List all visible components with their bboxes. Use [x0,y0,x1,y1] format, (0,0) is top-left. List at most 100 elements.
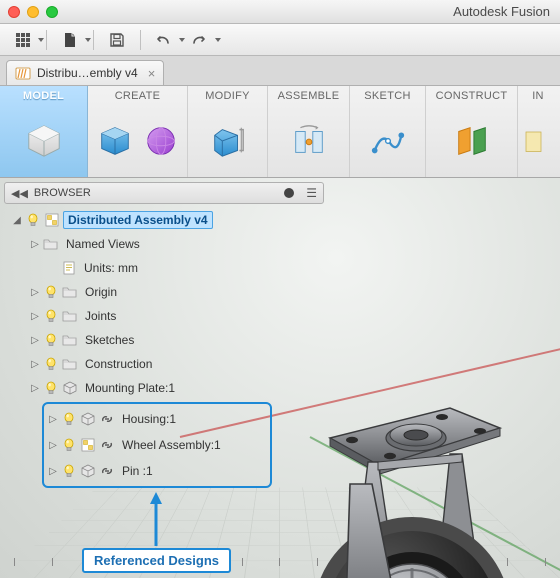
tree-node-wheel-assembly[interactable]: ▷ Wheel Assembly:1 [48,432,268,458]
document-tab-bar: Distribu…embly v4 × [0,56,560,86]
bulb-icon[interactable] [43,332,59,348]
link-icon [99,437,115,453]
sketch-icon[interactable] [367,117,409,165]
node-label: Sketches [81,332,138,348]
browser-header[interactable]: ◀◀ BROWSER ☰ [4,182,324,204]
fusion-doc-icon [15,65,31,81]
body-icon [62,380,78,396]
component-icon [44,212,60,228]
tab-model[interactable]: MODEL [0,86,88,177]
node-label: Housing:1 [118,411,180,427]
model-workspace-icon[interactable] [23,117,65,165]
twisty-icon[interactable]: ▷ [30,383,40,394]
body-icon [80,411,96,427]
modify-icon[interactable] [207,117,249,165]
tree-node-joints[interactable]: ▷ Joints [12,304,324,328]
redo-icon [190,33,210,47]
node-label: Pin :1 [118,463,157,479]
node-label: Mounting Plate:1 [81,380,179,396]
document-tab[interactable]: Distribu…embly v4 × [6,60,164,85]
link-icon [99,411,115,427]
tab-label: SKETCH [364,90,410,102]
window-minimize-button[interactable] [27,6,39,18]
new-file-button[interactable] [55,28,85,52]
app-menu-button[interactable] [8,28,38,52]
twisty-icon[interactable]: ▷ [30,311,40,322]
tab-inspect[interactable]: IN [518,86,558,177]
app-title: Autodesk Fusion [58,4,552,19]
tree-node-origin[interactable]: ▷ Origin [12,280,324,304]
tab-create[interactable]: CREATE [88,86,188,177]
bulb-icon[interactable] [25,212,41,228]
node-label: Construction [81,356,156,372]
create-box-icon[interactable] [94,117,136,165]
redo-button[interactable] [185,28,215,52]
body-icon [80,463,96,479]
twisty-icon[interactable]: ▷ [30,287,40,298]
tab-modify[interactable]: MODIFY [188,86,268,177]
node-label: Wheel Assembly:1 [118,437,225,453]
collapse-icon[interactable]: ◀◀ [11,187,28,200]
tree-node-named-views[interactable]: ▷ Named Views [12,232,324,256]
tree-node-construction[interactable]: ▷ Construction [12,352,324,376]
window-close-button[interactable] [8,6,20,18]
tab-label: MODEL [23,90,64,102]
tab-label: CONSTRUCT [436,90,508,102]
quick-access-toolbar [0,24,560,56]
twisty-icon[interactable]: ◢ [12,215,22,226]
doc-icon [61,260,77,276]
node-label: Named Views [62,236,144,252]
callout-arrow-icon [146,490,166,550]
browser-panel: ◀◀ BROWSER ☰ ◢ Distributed Assembly v4 ▷… [4,182,324,494]
file-icon [61,31,79,49]
save-icon [109,32,125,48]
bulb-icon[interactable] [43,308,59,324]
construct-icon[interactable] [451,117,493,165]
document-tab-title: Distribu…embly v4 [37,66,138,80]
tab-sketch[interactable]: SKETCH [350,86,426,177]
bulb-icon[interactable] [43,284,59,300]
bulb-icon[interactable] [43,356,59,372]
twisty-icon[interactable]: ▷ [30,335,40,346]
inspect-icon[interactable] [517,117,559,165]
folder-icon [43,236,59,252]
node-label: Joints [81,308,120,324]
pin-icon[interactable] [284,188,294,198]
tab-construct[interactable]: CONSTRUCT [426,86,518,177]
settings-icon[interactable]: ☰ [306,186,317,200]
tree-root[interactable]: ◢ Distributed Assembly v4 [12,208,324,232]
link-icon [99,463,115,479]
node-label: Distributed Assembly v4 [63,211,213,229]
tab-label: CREATE [115,90,161,102]
twisty-icon[interactable]: ▷ [48,414,58,425]
twisty-icon[interactable]: ▷ [48,466,58,477]
node-label: Origin [81,284,121,300]
callout-label: Referenced Designs [82,548,231,573]
assemble-icon[interactable] [288,117,330,165]
twisty-icon[interactable]: ▷ [30,239,40,250]
tree-node-mounting-plate[interactable]: ▷ Mounting Plate:1 [12,376,324,400]
save-button[interactable] [102,28,132,52]
twisty-icon[interactable]: ▷ [30,359,40,370]
bulb-icon[interactable] [61,437,77,453]
folder-icon [62,284,78,300]
close-tab-button[interactable]: × [148,66,156,81]
referenced-designs-box: ▷ Housing:1 ▷ Wheel Assembly:1 ▷ Pin :1 [42,402,272,488]
tab-label: IN [532,90,544,102]
create-sphere-icon[interactable] [140,117,182,165]
bulb-icon[interactable] [61,463,77,479]
bulb-icon[interactable] [61,411,77,427]
bulb-icon[interactable] [43,380,59,396]
folder-icon [62,332,78,348]
twisty-icon[interactable]: ▷ [48,440,58,451]
tree-node-sketches[interactable]: ▷ Sketches [12,328,324,352]
component-icon [80,437,96,453]
undo-button[interactable] [149,28,179,52]
tab-label: ASSEMBLE [278,90,340,102]
tree-node-housing[interactable]: ▷ Housing:1 [48,406,268,432]
ribbon: MODEL CREATE MODIFY ASSEMBLE SKETCH CONS… [0,86,560,178]
window-zoom-button[interactable] [46,6,58,18]
tab-assemble[interactable]: ASSEMBLE [268,86,350,177]
tree-node-pin[interactable]: ▷ Pin :1 [48,458,268,484]
tree-node-units[interactable]: Units: mm [12,256,324,280]
